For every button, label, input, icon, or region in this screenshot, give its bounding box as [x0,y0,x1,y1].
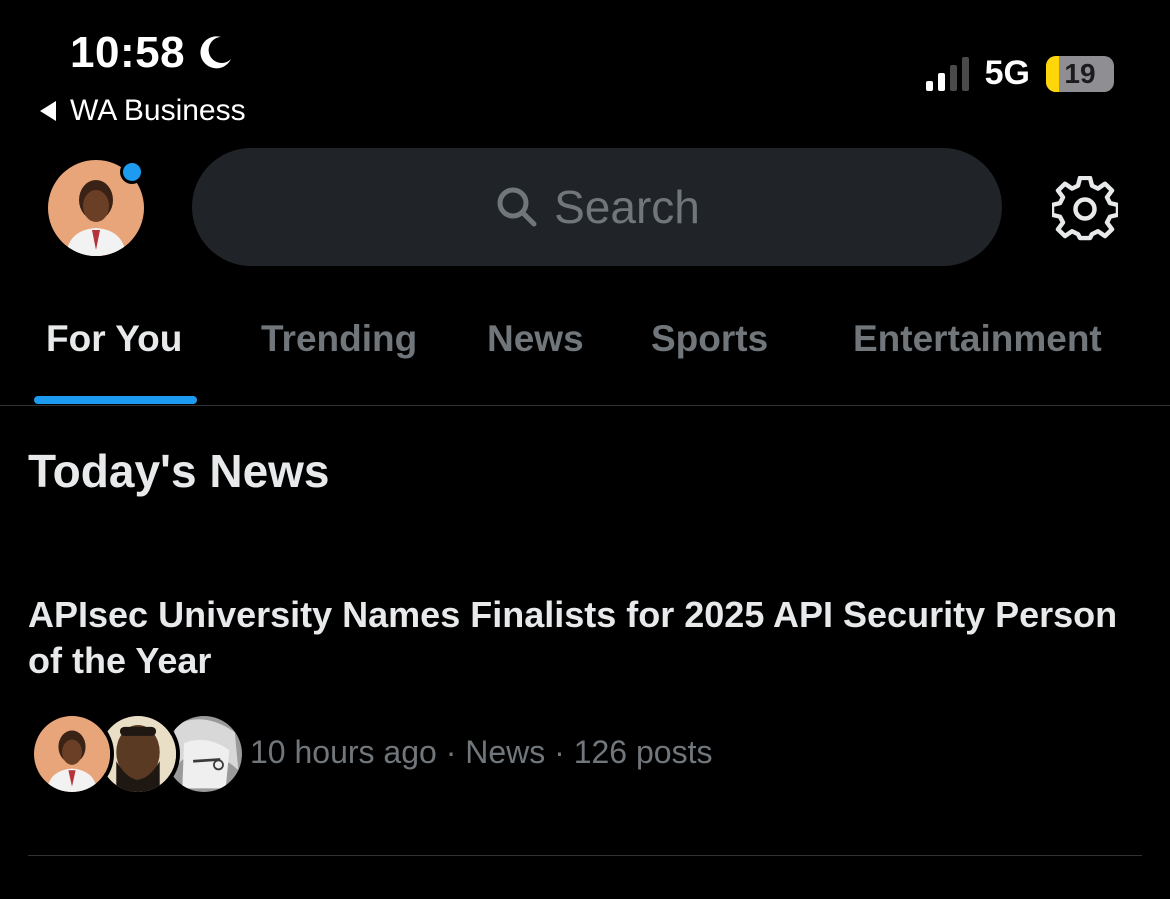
battery-level: 19 [1064,57,1096,89]
tabs-divider [0,405,1170,406]
status-time: 10:58 [70,28,235,78]
tab-sports[interactable]: Sports [651,318,768,360]
search-input[interactable]: Search [192,148,1002,266]
tab-trending[interactable]: Trending [261,318,417,360]
signal-bar [949,64,957,91]
story-avatars [30,712,246,796]
signal-bar [937,72,945,91]
clock-text: 10:58 [70,28,186,77]
avatar [30,712,114,796]
notification-dot [120,160,144,184]
signal-bar [925,80,933,91]
signal-bar [961,56,969,91]
story-headline[interactable]: APIsec University Names Finalists for 20… [28,592,1138,684]
story-meta: 10 hours ago · News · 126 posts [250,734,713,770]
back-triangle-icon [40,101,56,121]
gear-icon[interactable] [1052,176,1118,242]
tab-entertainment[interactable]: Entertainment [853,318,1102,360]
explore-screen: 10:58 WA Business 5G 19 Search For You T… [0,0,1170,899]
tab-bar: For You Trending News Sports Entertainme… [0,300,1170,406]
network-type: 5G [984,54,1030,92]
active-tab-indicator [34,396,197,404]
battery-icon: 19 [1046,55,1114,92]
signal-icon [925,56,969,91]
back-to-app-button[interactable]: WA Business [38,94,246,128]
list-divider [28,855,1142,856]
search-placeholder: Search [554,181,700,233]
tab-for-you[interactable]: For You [46,318,182,360]
section-title: Today's News [28,445,330,497]
back-app-label: WA Business [70,94,246,127]
tab-news[interactable]: News [487,318,584,360]
moon-icon [200,36,232,69]
status-indicators: 5G 19 [925,54,1114,93]
search-icon [497,187,537,227]
